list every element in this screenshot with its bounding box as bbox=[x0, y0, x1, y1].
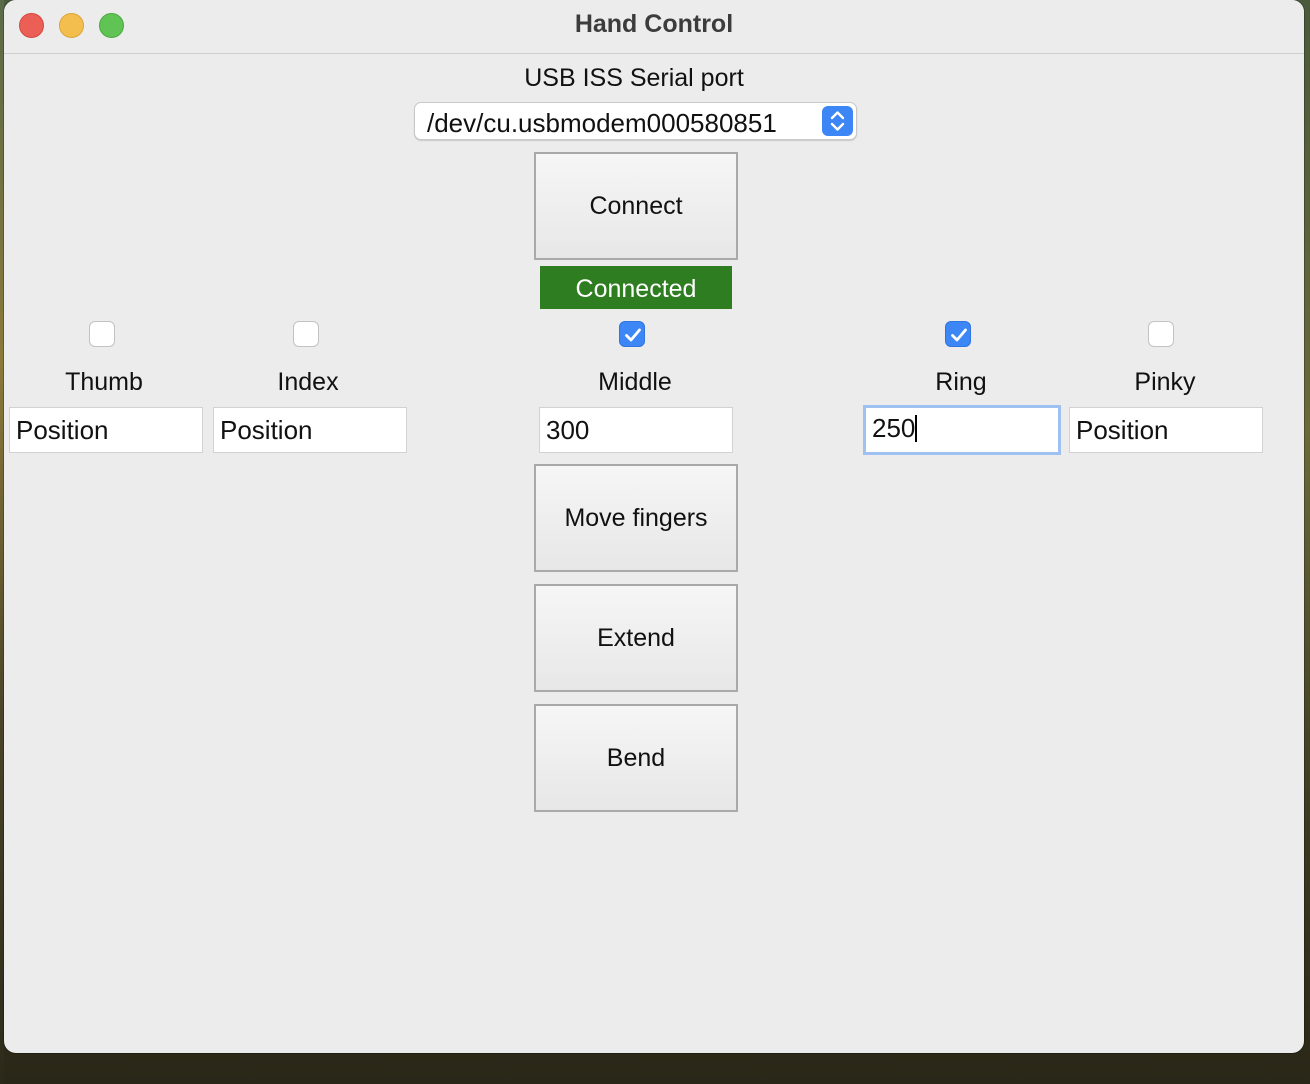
index-position-input[interactable]: Position bbox=[213, 407, 407, 453]
index-position-placeholder: Position bbox=[220, 415, 313, 445]
thumb-label: Thumb bbox=[65, 368, 143, 396]
pinky-position-placeholder: Position bbox=[1076, 415, 1169, 445]
middle-checkbox[interactable] bbox=[619, 321, 645, 347]
app-window: Hand Control USB ISS Serial port /dev/cu… bbox=[4, 0, 1304, 1053]
text-caret bbox=[915, 415, 918, 442]
serial-port-label: USB ISS Serial port bbox=[524, 64, 744, 92]
middle-position-value: 300 bbox=[546, 415, 590, 445]
serial-port-select[interactable]: /dev/cu.usbmodem000580851 bbox=[414, 102, 857, 140]
ring-position-value: 250 bbox=[872, 413, 916, 443]
up-down-chevron-icon bbox=[822, 106, 853, 136]
title-bar: Hand Control bbox=[4, 0, 1304, 54]
thumb-checkbox[interactable] bbox=[89, 321, 115, 347]
checkmark-icon bbox=[625, 328, 641, 342]
ring-checkbox[interactable] bbox=[945, 321, 971, 347]
move-fingers-button[interactable]: Move fingers bbox=[534, 464, 738, 572]
window-title: Hand Control bbox=[574, 10, 734, 38]
checkmark-icon bbox=[951, 328, 967, 342]
index-label: Index bbox=[277, 368, 339, 396]
connect-button[interactable]: Connect bbox=[534, 152, 738, 260]
thumb-position-input[interactable]: Position bbox=[9, 407, 203, 453]
index-checkbox[interactable] bbox=[293, 321, 319, 347]
bend-button[interactable]: Bend bbox=[534, 704, 738, 812]
connection-status-badge: Connected bbox=[540, 266, 732, 309]
thumb-position-placeholder: Position bbox=[16, 415, 109, 445]
pinky-label: Pinky bbox=[1134, 368, 1196, 396]
extend-button[interactable]: Extend bbox=[534, 584, 738, 692]
middle-label: Middle bbox=[598, 368, 672, 396]
ring-position-input[interactable]: 250 bbox=[863, 405, 1061, 455]
serial-port-value: /dev/cu.usbmodem000580851 bbox=[427, 108, 777, 138]
pinky-checkbox[interactable] bbox=[1148, 321, 1174, 347]
middle-position-input[interactable]: 300 bbox=[539, 407, 733, 453]
pinky-position-input[interactable]: Position bbox=[1069, 407, 1263, 453]
ring-label: Ring bbox=[935, 368, 987, 396]
